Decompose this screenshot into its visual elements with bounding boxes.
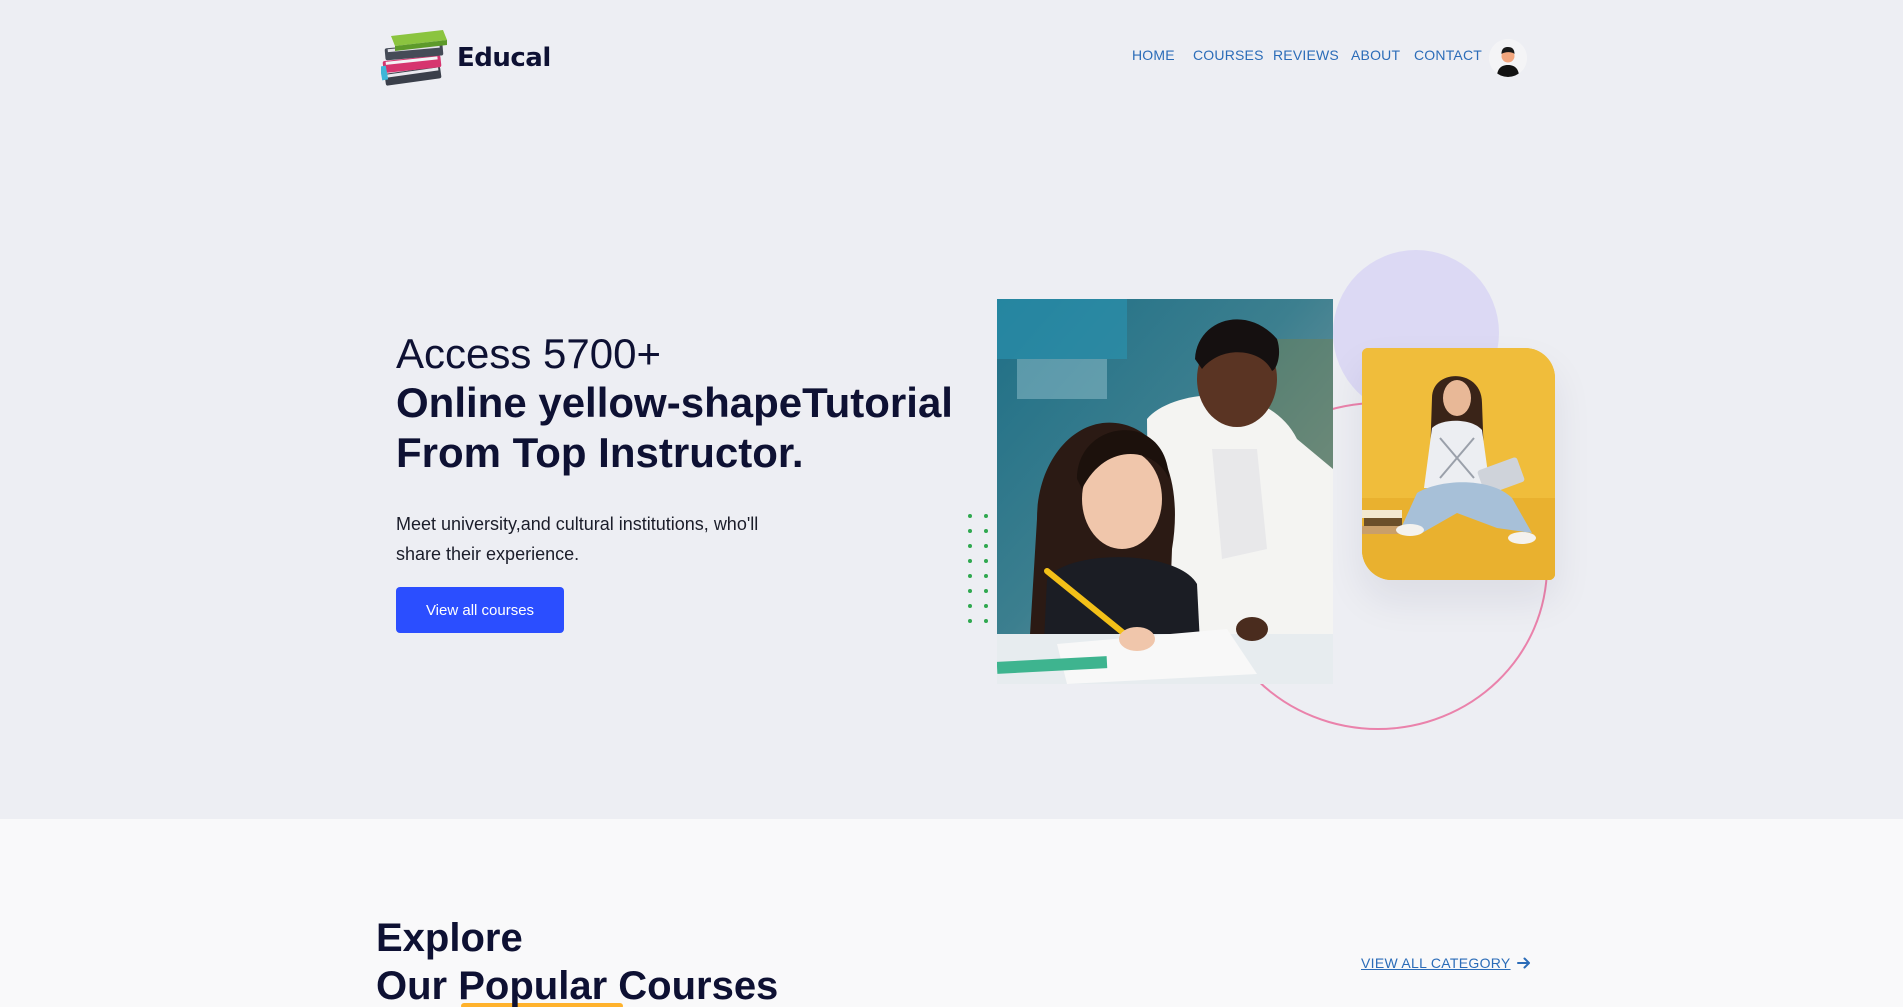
site-header: Educal HOME COURSES REVIEWS ABOUT CONTAC… <box>0 0 1903 112</box>
hero-students-photo <box>997 299 1333 684</box>
nav-reviews[interactable]: REVIEWS <box>1273 47 1339 63</box>
arrow-right-icon <box>1516 957 1530 969</box>
dots-pattern <box>968 514 988 623</box>
hero-title-bold: Online yellow-shapeTutorial From Top Ins… <box>396 378 956 478</box>
nav-home[interactable]: HOME <box>1132 47 1175 63</box>
nav-courses[interactable]: COURSES <box>1193 47 1264 63</box>
view-all-category-link[interactable]: VIEW ALL CATEGORY <box>1361 955 1531 971</box>
explore-section <box>0 819 1903 1007</box>
brand-logo[interactable]: Educal <box>381 26 551 90</box>
books-icon <box>381 30 447 86</box>
hero-student-card-photo <box>1362 348 1555 580</box>
hero-title-line-1: Online yellow-shapeTutorial <box>396 379 953 426</box>
hero-title-light: Access 5700+ <box>396 330 662 377</box>
hero-description: Meet university,and cultural institution… <box>396 514 759 564</box>
nav-about[interactable]: ABOUT <box>1351 47 1400 63</box>
user-avatar-icon[interactable] <box>1489 39 1527 77</box>
explore-title-line-1: Explore <box>376 916 523 960</box>
explore-title-line-2: Our Popular Courses <box>376 964 779 1007</box>
nav-contact[interactable]: CONTACT <box>1414 47 1482 63</box>
hero-title-line-2: From Top Instructor. <box>396 429 804 476</box>
view-all-category-label: VIEW ALL CATEGORY <box>1361 955 1511 971</box>
view-all-courses-button[interactable]: View all courses <box>396 587 564 633</box>
brand-name: Educal <box>457 43 551 73</box>
